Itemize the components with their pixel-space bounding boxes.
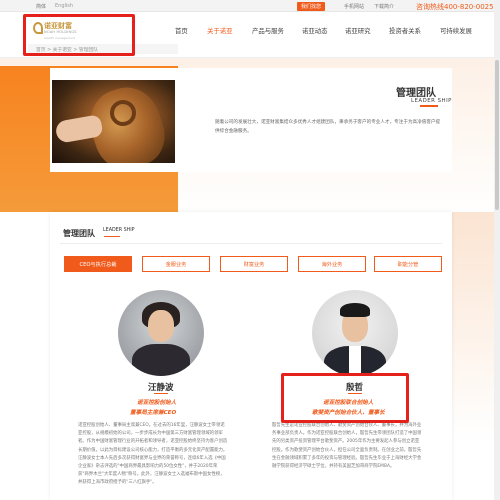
nav-item-research[interactable]: 诺亚研究 (345, 26, 371, 35)
avatar-body-shape (132, 344, 190, 376)
hotline-text: 咨询热线400-820-0025 (416, 3, 494, 11)
lang-en-link[interactable]: English (55, 3, 73, 9)
avatar-wang-jingbo (118, 290, 204, 376)
team-heading-en: LEADER SHIP (103, 228, 135, 233)
avatar-face-shape (148, 310, 174, 342)
contact-us-button[interactable]: 我们找您 (297, 2, 326, 11)
nav-item-news[interactable]: 诺亚动态 (302, 26, 328, 35)
nav-item-sustainability[interactable]: 可持续发展 (440, 26, 472, 35)
tab-overseas-business[interactable]: 海外业务 (298, 256, 366, 272)
lang-cn-link[interactable]: 简体 (36, 3, 46, 10)
nav-item-home[interactable]: 首页 (175, 26, 188, 35)
profile-bio: 殷哲先生是诺亚控股联合创始人、歌斐资产创始合伙人、董事长，并为海外业务事业部负责… (272, 423, 422, 470)
banner-subtitle: LEADER SHIP (411, 98, 452, 104)
avatar-hair-shape (340, 303, 370, 317)
profile-bio: 诺亚控股创始人、董事局主席兼CEO。在过去的16年里，汪静波女士带领诺亚控股，从… (78, 423, 228, 486)
section-divider (60, 243, 442, 244)
banner-title: 管理团队 (396, 88, 436, 99)
team-heading-underline (104, 236, 120, 238)
banner-description: 随着公司的发展壮大，诺亚财富集结众多优秀人才组建团队，秉承务于客户的专业人才，专… (215, 120, 441, 134)
tab-finance-business[interactable]: 金服业务 (142, 256, 210, 272)
team-heading: 管理团队 (63, 229, 95, 238)
tab-functional[interactable]: 职能分管 (374, 256, 442, 272)
nav-item-products[interactable]: 产品与服务 (252, 26, 284, 35)
brochure-download-link[interactable]: 下载简介 (374, 3, 394, 10)
nav-item-investors[interactable]: 投资者关系 (389, 26, 421, 35)
banner-underline (420, 105, 438, 107)
mobile-site-link[interactable]: 手机网站 (344, 3, 364, 10)
profile-role: 董事局主席兼CEO (130, 410, 177, 416)
highlight-box-logo (23, 14, 135, 56)
banner-violin-photo (52, 80, 175, 163)
highlight-box-profile (281, 373, 409, 423)
nav-item-about[interactable]: 关于诺亚 (207, 26, 233, 35)
avatar-yin-zhe (312, 290, 398, 376)
team-side-decoration (452, 212, 500, 500)
violin-scroll-shape (110, 100, 136, 126)
profile-role: 诺亚控股创始人 (137, 400, 177, 406)
avatar-shirt-shape (349, 346, 361, 376)
profile-name: 汪静波 (148, 383, 174, 393)
tab-ceo[interactable]: CEO与执行总裁 (64, 256, 132, 272)
profile-name-underline (154, 393, 168, 395)
tab-wealth-business[interactable]: 财富业务 (220, 256, 288, 272)
scrollbar-thumb[interactable] (495, 60, 499, 210)
